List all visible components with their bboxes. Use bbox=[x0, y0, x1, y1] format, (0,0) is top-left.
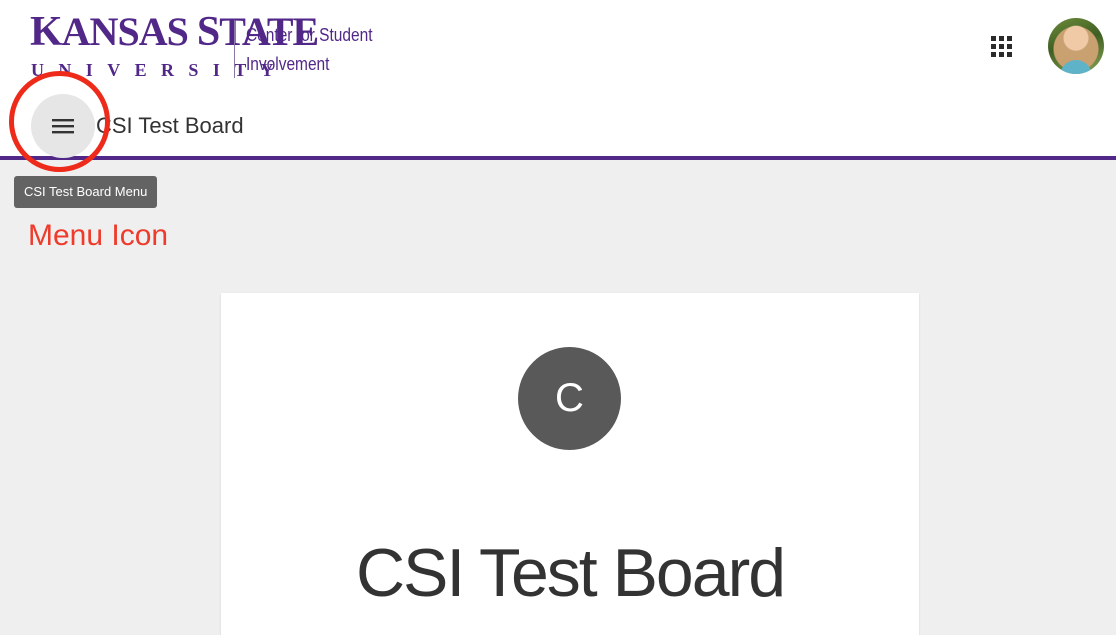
logo-department: Center for Student Involvement bbox=[246, 21, 373, 79]
logo-department-line2: Involvement bbox=[246, 54, 330, 74]
menu-button[interactable] bbox=[31, 94, 95, 158]
annotation-label: Menu Icon bbox=[28, 219, 169, 252]
menu-tooltip: CSI Test Board Menu bbox=[14, 176, 158, 208]
board-card-title: CSI Test Board bbox=[355, 535, 786, 611]
top-header: KANSAS STATE UNIVERSITY Center for Stude… bbox=[0, 0, 1116, 160]
logo-department-line1: Center for Student bbox=[246, 25, 373, 45]
logo-divider bbox=[234, 20, 235, 78]
user-avatar[interactable] bbox=[1048, 18, 1104, 74]
apps-grid-icon[interactable] bbox=[986, 31, 1016, 61]
hamburger-menu-icon bbox=[52, 119, 74, 134]
board-avatar: C bbox=[518, 347, 621, 450]
board-title: CSI Test Board bbox=[96, 113, 244, 138]
kansas-state-logo[interactable]: KANSAS STATE UNIVERSITY Center for Stude… bbox=[30, 10, 375, 82]
board-card: C CSI Test Board bbox=[221, 293, 919, 635]
